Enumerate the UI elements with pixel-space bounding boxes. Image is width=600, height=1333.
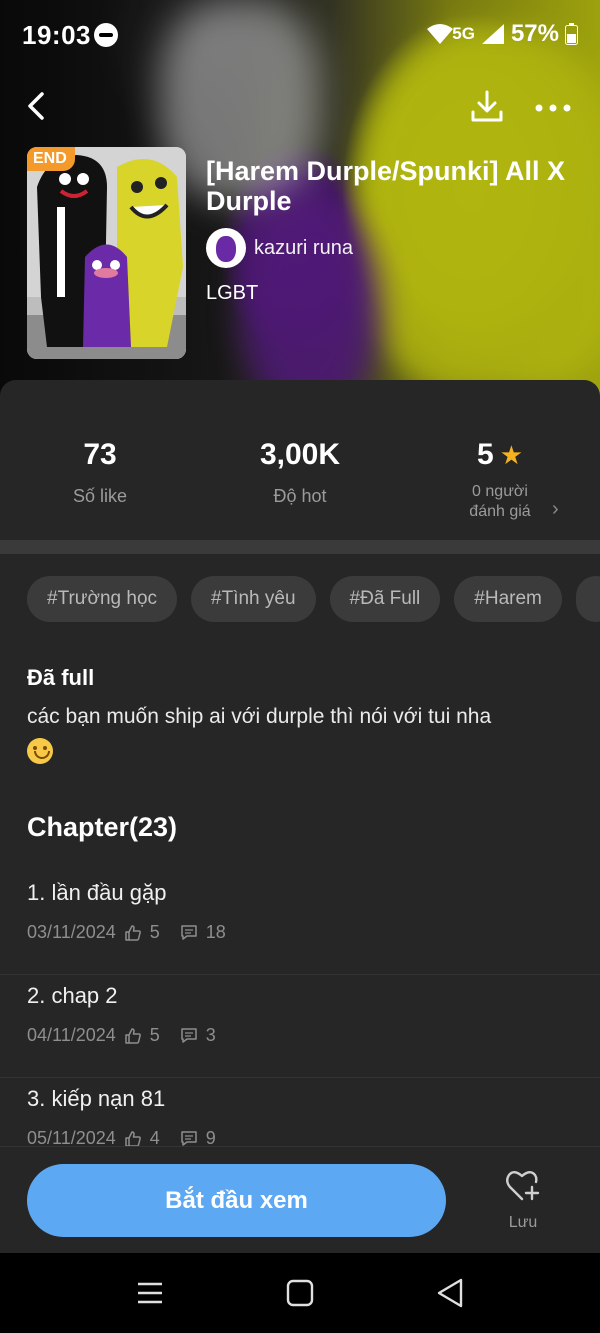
hot-label: Độ hot: [273, 486, 327, 506]
rating-value: 5: [477, 438, 494, 471]
network-type: 5G: [452, 24, 475, 43]
stat-likes: 73 Số like: [0, 438, 200, 507]
chapter-comments: 18: [205, 922, 226, 942]
likes-label: Số like: [72, 486, 128, 506]
download-icon: [471, 90, 503, 122]
story-genre: LGBT: [206, 282, 259, 304]
battery-icon: [565, 23, 578, 45]
rating-label: 0 người đánh giá: [469, 483, 531, 520]
story-title: [Harem Durple/Spunki] All X Durple: [206, 156, 566, 216]
stat-rating[interactable]: 5 ★ 0 người đánh giá: [400, 438, 600, 522]
stat-hot: 3,00K Độ hot: [200, 438, 400, 507]
tag-chip-partial[interactable]: [575, 576, 600, 622]
back-arrow-icon: [28, 92, 44, 120]
status-bar: 19:03 5G 57%: [0, 0, 600, 70]
comment-icon: [181, 924, 197, 940]
signal-icon: [481, 23, 505, 45]
tag-chip[interactable]: #Đã Full: [329, 576, 441, 622]
more-options-button[interactable]: [532, 88, 574, 128]
battery-percent: 57%: [510, 20, 559, 47]
description-title: Đã full: [27, 665, 95, 690]
tag-chip[interactable]: #Harem: [454, 576, 562, 622]
tag-list: #Trường học #Tình yêu #Đã Full #Harem: [27, 576, 600, 622]
author-avatar[interactable]: [206, 228, 246, 268]
end-badge: END: [27, 147, 75, 171]
status-time: 19:03: [22, 20, 91, 50]
comment-icon: [181, 1130, 197, 1146]
chapter-title[interactable]: 1. lần đầu gặp: [27, 880, 166, 906]
smile-emoji-icon: [27, 738, 53, 765]
more-icon: [535, 104, 571, 112]
description-text: các bạn muốn ship ai với durple thì nói …: [27, 705, 492, 728]
content-panel: 73 Số like 3,00K Độ hot 5 ★ 0 người đánh …: [0, 380, 600, 1253]
nav-back-icon[interactable]: [436, 1277, 464, 1309]
thumb-up-icon: [125, 924, 141, 941]
author-name[interactable]: kazuri runa: [254, 237, 353, 260]
star-icon: ★: [499, 440, 523, 470]
thumb-up-icon: [125, 1130, 141, 1147]
chapter-comments: 3: [205, 1025, 216, 1045]
top-nav: [0, 80, 600, 136]
author-row[interactable]: kazuri runa: [206, 228, 566, 268]
chapter-title[interactable]: 3. kiếp nạn 81: [27, 1086, 165, 1112]
thumb-up-icon: [125, 1027, 141, 1044]
download-button[interactable]: [466, 86, 508, 128]
wifi-icon: [426, 23, 454, 45]
tag-chip[interactable]: #Tình yêu: [191, 576, 316, 622]
start-reading-button[interactable]: Bắt đầu xem: [27, 1164, 446, 1237]
chapter-date: 04/11/2024: [27, 1025, 116, 1045]
story-cover-image: END: [27, 147, 186, 359]
chapter-title[interactable]: 2. chap 2: [27, 983, 118, 1009]
chapter-likes: 5: [149, 1025, 160, 1045]
save-button[interactable]: Lưu: [495, 1169, 551, 1232]
comment-icon: [181, 1027, 197, 1043]
chapter-list: 1. lần đầu gặp 03/11/2024 5 18 2. chap 2…: [0, 872, 600, 1181]
system-nav-bar: [0, 1253, 600, 1333]
section-divider: [0, 540, 600, 554]
hot-count: 3,00K: [259, 438, 341, 471]
save-label: Lưu: [508, 1214, 538, 1231]
chapter-likes: 5: [149, 922, 160, 942]
nav-recents-icon[interactable]: [136, 1279, 164, 1307]
back-button[interactable]: [18, 86, 58, 126]
chapter-heading: Chapter(23): [27, 812, 178, 842]
bottom-action-bar: Bắt đầu xem Lưu: [0, 1146, 600, 1253]
nav-home-icon[interactable]: [286, 1279, 314, 1307]
stats-row: 73 Số like 3,00K Độ hot 5 ★ 0 người đánh …: [0, 380, 600, 540]
description: Đã full các bạn muốn ship ai với durple …: [27, 665, 567, 765]
dnd-icon: [94, 23, 118, 47]
chapter-meta: 03/11/2024 5 18: [27, 922, 226, 943]
heart-plus-icon: [506, 1171, 540, 1201]
chapter-item[interactable]: 2. chap 2 04/11/2024 5 3: [0, 975, 600, 1078]
chevron-right-icon[interactable]: ›: [552, 498, 559, 521]
tag-chip[interactable]: #Trường học: [27, 576, 178, 622]
chapter-item[interactable]: 1. lần đầu gặp 03/11/2024 5 18: [0, 872, 600, 975]
chapter-meta: 04/11/2024 5 3: [27, 1025, 216, 1046]
story-info: [Harem Durple/Spunki] All X Durple kazur…: [206, 156, 566, 305]
likes-count: 73: [83, 438, 117, 471]
chapter-date: 03/11/2024: [27, 922, 116, 942]
